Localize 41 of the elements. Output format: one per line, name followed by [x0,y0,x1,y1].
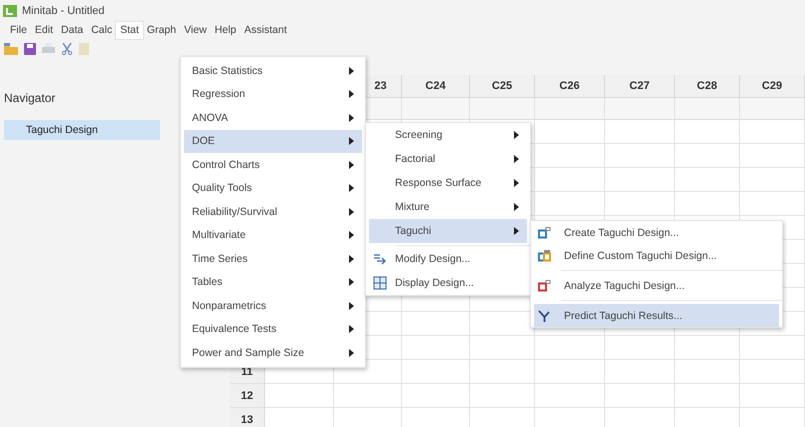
menu-item[interactable]: Mixture [369,195,527,219]
menu-item[interactable]: Analyze Taguchi Design... [534,274,779,297]
menu-bar-item[interactable]: Calc [87,22,116,39]
navigator-item[interactable]: Taguchi Design [4,120,160,140]
menu-item[interactable]: Create Taguchi Design... [534,221,779,244]
menu-bar-item[interactable]: Graph [142,22,180,39]
menu-item[interactable]: Nonparametrics [184,294,362,318]
menu-item[interactable]: Modify Design... [369,247,527,271]
menu-item[interactable]: Control Charts [184,153,362,176]
row-number: 13 [230,408,265,427]
menu-bar-item[interactable]: View [180,22,211,39]
menu-item[interactable]: Time Series [184,247,362,270]
menu-bar-item[interactable]: Data [57,22,88,39]
menu-item[interactable]: Quality Tools [184,176,362,200]
column-header[interactable]: C24 [402,75,470,98]
navigator-title: Navigator [4,91,56,107]
menu-bar-item[interactable]: Edit [30,22,58,39]
menu-item[interactable]: ANOVA [184,106,362,130]
menu-item[interactable]: Multivariate [184,224,362,247]
menu-item[interactable]: Response Surface [369,171,527,195]
menu-item[interactable]: Display Design... [369,271,527,295]
menu-item[interactable]: Factorial [369,147,527,171]
menu-bar-item[interactable]: Stat [116,22,143,39]
menu-bar-item[interactable]: File [6,22,31,39]
menu-item[interactable]: Screening [369,123,527,147]
window-title: Minitab - Untitled [22,5,105,17]
column-header[interactable]: C27 [605,75,675,98]
column-header[interactable]: C28 [675,75,740,98]
menu-item[interactable]: Reliability/Survival [184,200,362,224]
menu-item[interactable]: Tables [184,270,362,294]
menu-bar-item[interactable]: Assistant [240,22,291,39]
menu-item[interactable]: Predict Taguchi Results... [534,304,779,327]
column-header[interactable]: C25 [470,75,535,98]
menu-item[interactable]: Define Custom Taguchi Design... [534,244,779,267]
row-number: 12 [230,384,265,408]
menu-bar-item[interactable]: Help [210,22,240,39]
menu-item[interactable]: Equivalence Tests [184,318,362,341]
menu-item[interactable]: DOE [184,130,362,153]
menu-item[interactable]: Taguchi [369,219,527,243]
column-header[interactable]: C26 [535,75,605,98]
column-header[interactable]: C29 [740,75,805,98]
